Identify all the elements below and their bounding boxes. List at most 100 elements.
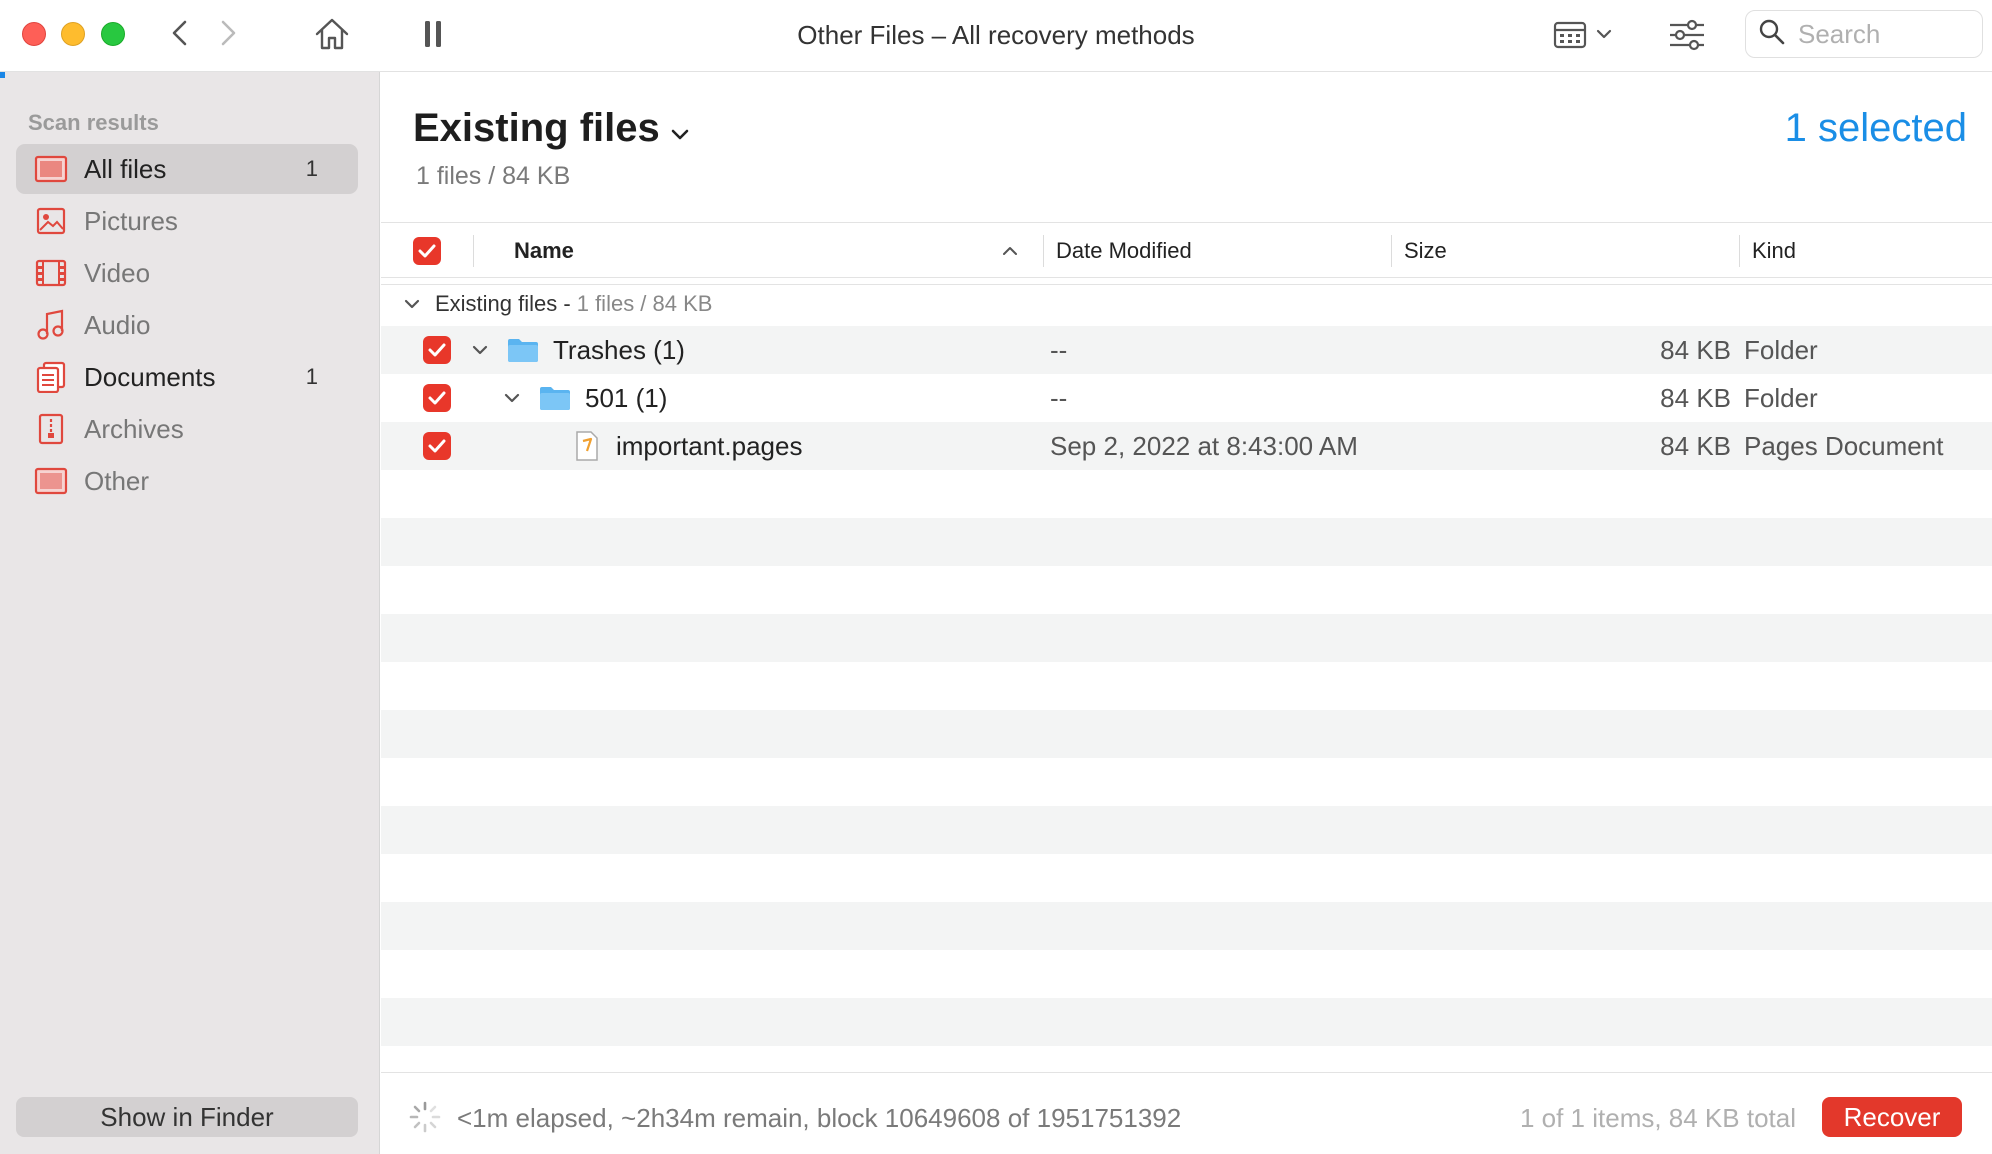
view-options-icon[interactable] bbox=[1552, 18, 1618, 52]
sidebar-item-archives[interactable]: Archives bbox=[16, 404, 358, 454]
file-date: Sep 2, 2022 at 8:43:00 AM bbox=[1050, 430, 1358, 461]
status-bar: <1m elapsed, ~2h34m remain, block 106496… bbox=[381, 1072, 1992, 1154]
sidebar-item-label: Documents bbox=[84, 361, 216, 392]
group-row[interactable]: Existing files - 1 files / 84 KB bbox=[381, 284, 1992, 322]
empty-row bbox=[381, 566, 1992, 614]
file-date: -- bbox=[1050, 382, 1068, 413]
file-size: 84 KB bbox=[1660, 430, 1731, 461]
forward-icon[interactable] bbox=[214, 16, 244, 50]
sidebar-item-pictures[interactable]: Pictures bbox=[16, 196, 358, 246]
table-row[interactable]: Trashes (1) -- 84 KB Folder bbox=[381, 326, 1992, 374]
sidebar-item-label: Audio bbox=[84, 309, 151, 340]
file-date: -- bbox=[1050, 334, 1068, 365]
row-checkbox[interactable] bbox=[423, 326, 451, 374]
empty-row bbox=[381, 854, 1992, 902]
file-name: 501 (1) bbox=[585, 382, 668, 413]
empty-row bbox=[381, 710, 1992, 758]
group-name: Existing files - bbox=[435, 290, 571, 316]
sidebar-item-label: Archives bbox=[84, 413, 184, 444]
empty-row bbox=[381, 518, 1992, 566]
empty-row bbox=[381, 662, 1992, 710]
sort-ascending-icon[interactable] bbox=[1001, 223, 1019, 279]
close-window-button[interactable] bbox=[22, 22, 46, 46]
pause-icon[interactable] bbox=[418, 16, 448, 52]
empty-row bbox=[381, 902, 1992, 950]
recover-button[interactable]: Recover bbox=[1822, 1097, 1962, 1137]
file-kind: Folder bbox=[1744, 382, 1818, 413]
page-title-dropdown[interactable]: Existing files bbox=[413, 106, 690, 151]
chevron-down-icon bbox=[670, 106, 690, 151]
search-box[interactable] bbox=[1745, 10, 1983, 58]
checkmark-icon bbox=[413, 237, 441, 265]
sidebar-item-audio[interactable]: Audio bbox=[16, 300, 358, 350]
zoom-window-button[interactable] bbox=[101, 22, 125, 46]
chevron-down-icon[interactable] bbox=[403, 298, 421, 310]
sidebar-header: Scan results bbox=[28, 110, 159, 135]
table-row[interactable]: important.pages Sep 2, 2022 at 8:43:00 A… bbox=[381, 422, 1992, 470]
scan-status: <1m elapsed, ~2h34m remain, block 106496… bbox=[457, 1103, 1182, 1133]
empty-row bbox=[381, 998, 1992, 1046]
empty-row bbox=[381, 758, 1992, 806]
sidebar-item-count: 1 bbox=[305, 156, 318, 181]
minimize-window-button[interactable] bbox=[61, 22, 85, 46]
sidebar-item-label: Other bbox=[84, 465, 150, 496]
column-header-kind[interactable]: Kind bbox=[1752, 223, 1796, 279]
sidebar-item-count: 1 bbox=[305, 364, 318, 389]
empty-row bbox=[381, 614, 1992, 662]
file-size: 84 KB bbox=[1660, 334, 1731, 365]
items-summary: 1 of 1 items, 84 KB total bbox=[1519, 1103, 1796, 1133]
table-row[interactable]: 501 (1) -- 84 KB Folder bbox=[381, 374, 1992, 422]
sidebar-item-documents[interactable]: Documents 1 bbox=[16, 352, 358, 402]
disclosure-chevron-icon[interactable] bbox=[503, 374, 521, 422]
page-subtitle: 1 files / 84 KB bbox=[416, 162, 571, 190]
column-header-name[interactable]: Name bbox=[514, 223, 574, 279]
checkmark-icon bbox=[423, 336, 451, 364]
group-info: 1 files / 84 KB bbox=[576, 290, 713, 316]
archives-icon bbox=[34, 412, 68, 446]
search-input[interactable] bbox=[1798, 18, 1968, 50]
checkmark-icon bbox=[423, 384, 451, 412]
empty-row bbox=[381, 950, 1992, 998]
row-checkbox[interactable] bbox=[423, 422, 451, 470]
empty-row bbox=[381, 806, 1992, 854]
column-header-date-modified[interactable]: Date Modified bbox=[1056, 223, 1192, 279]
file-kind: Pages Document bbox=[1744, 430, 1944, 461]
sidebar-item-label: All files bbox=[84, 153, 167, 184]
selection-count[interactable]: 1 selected bbox=[1785, 106, 1967, 151]
empty-row bbox=[381, 470, 1992, 518]
sidebar-accent bbox=[0, 72, 5, 78]
show-in-finder-button[interactable]: Show in Finder bbox=[16, 1097, 358, 1137]
row-checkbox[interactable] bbox=[423, 374, 451, 422]
sidebar-item-all-files[interactable]: All files 1 bbox=[16, 144, 358, 194]
audio-icon bbox=[34, 308, 68, 342]
file-size: 84 KB bbox=[1660, 382, 1731, 413]
file-list: Trashes (1) -- 84 KB Folder 501 (1) -- 8… bbox=[381, 326, 1992, 1094]
folder-icon bbox=[539, 374, 571, 422]
sidebar-item-label: Video bbox=[84, 257, 151, 288]
other-icon bbox=[34, 464, 68, 498]
page-title: Existing files bbox=[413, 106, 660, 150]
file-kind: Folder bbox=[1744, 334, 1818, 365]
disclosure-chevron-icon[interactable] bbox=[471, 326, 489, 374]
documents-icon bbox=[34, 360, 68, 394]
select-all-checkbox[interactable] bbox=[413, 223, 441, 279]
all-files-icon bbox=[34, 152, 68, 186]
folder-icon bbox=[507, 326, 539, 374]
pictures-icon bbox=[34, 204, 68, 238]
sidebar: Scan results All files 1 Pictures Video … bbox=[0, 72, 380, 1154]
spinner-icon bbox=[409, 1101, 441, 1138]
file-name: important.pages bbox=[616, 430, 803, 461]
home-icon[interactable] bbox=[312, 14, 352, 54]
pages-document-icon bbox=[575, 422, 599, 470]
filter-sliders-icon[interactable] bbox=[1668, 18, 1706, 52]
main-panel: Existing files 1 files / 84 KB 1 selecte… bbox=[381, 72, 1992, 1154]
table-header: Name Date Modified Size Kind bbox=[381, 222, 1992, 278]
search-icon bbox=[1758, 18, 1786, 51]
file-name: Trashes (1) bbox=[553, 334, 685, 365]
sidebar-item-label: Pictures bbox=[84, 205, 178, 236]
sidebar-item-other[interactable]: Other bbox=[16, 456, 358, 506]
back-icon[interactable] bbox=[164, 16, 194, 50]
sidebar-item-video[interactable]: Video bbox=[16, 248, 358, 298]
title-bar: Other Files – All recovery methods bbox=[0, 0, 1992, 72]
column-header-size[interactable]: Size bbox=[1404, 223, 1447, 279]
